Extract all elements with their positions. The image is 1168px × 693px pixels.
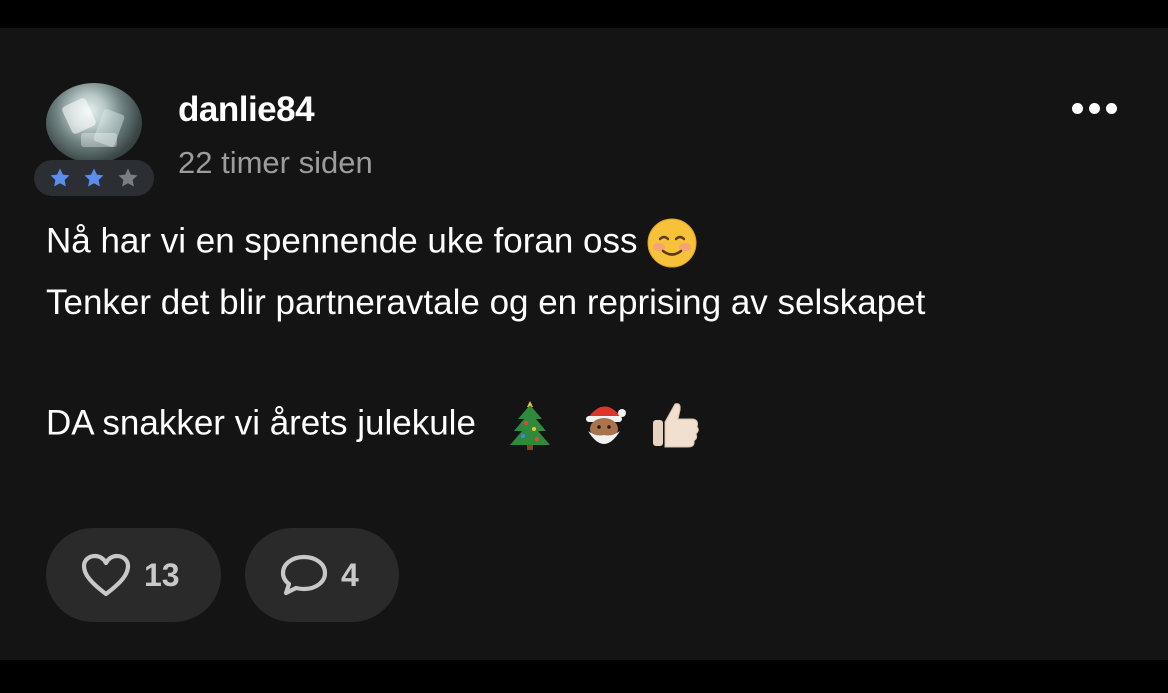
heart-icon xyxy=(81,553,131,597)
timestamp: 22 timer siden xyxy=(178,145,373,180)
post-line: Tenker det blir partneravtale og en repr… xyxy=(46,283,926,322)
thumbs-up-icon xyxy=(653,403,699,448)
smiling-face-icon xyxy=(647,218,697,268)
post-line-text: DA snakker vi årets julekule xyxy=(46,403,476,443)
santa-icon xyxy=(586,406,627,444)
comment-button[interactable]: 4 xyxy=(245,528,399,622)
christmas-tree-icon xyxy=(509,401,550,450)
post-line: Nå har vi en spennende uke foran oss xyxy=(46,218,697,268)
username[interactable]: danlie84 xyxy=(178,90,315,130)
post-line: DA snakker vi årets julekule xyxy=(46,398,703,452)
post-line-text: Nå har vi en spennende uke foran oss xyxy=(46,221,638,261)
comment-count: 4 xyxy=(341,556,359,593)
star-filled-icon xyxy=(50,168,70,187)
star-filled-icon xyxy=(84,168,104,187)
avatar[interactable] xyxy=(46,83,142,163)
more-options-icon[interactable] xyxy=(1066,98,1122,118)
avatar-with-rating[interactable] xyxy=(34,83,154,199)
like-button[interactable]: 13 xyxy=(46,528,221,622)
comment-bubble-icon xyxy=(280,554,328,596)
like-count: 13 xyxy=(144,556,180,593)
star-empty-icon xyxy=(118,168,138,187)
rating-badge xyxy=(34,160,154,196)
post-card: danlie84 22 timer siden Nå har vi en spe… xyxy=(0,28,1168,660)
